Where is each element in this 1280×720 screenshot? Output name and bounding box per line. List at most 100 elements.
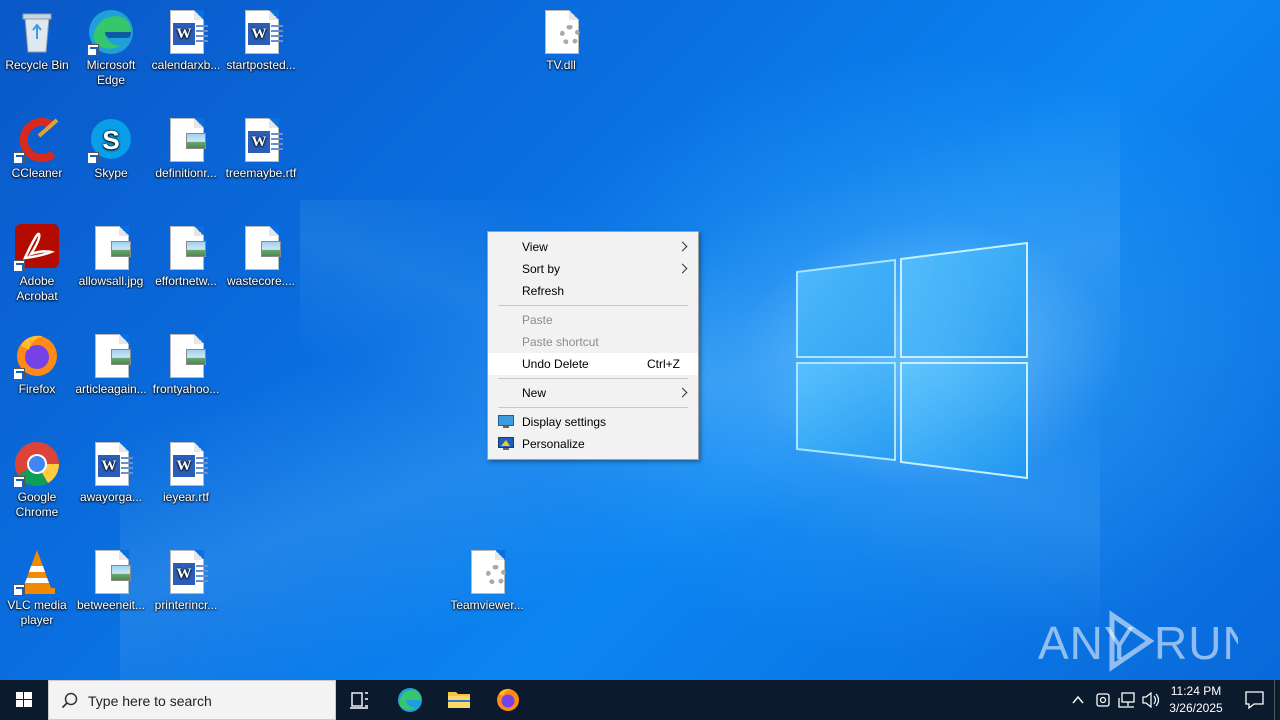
dll-file-gear-icon (463, 548, 511, 596)
image-file-icon (162, 224, 210, 272)
chevron-right-icon (677, 263, 688, 274)
icon-label: betweeneit... (76, 598, 146, 612)
show-desktop-button[interactable] (1274, 680, 1280, 720)
keyboard-shortcut: Ctrl+Z (647, 357, 680, 371)
icon-label: wastecore.... (226, 274, 296, 288)
word-document-icon: W (237, 8, 285, 56)
image-file-icon (162, 116, 210, 164)
menu-separator (498, 378, 688, 379)
folder-icon (448, 692, 470, 708)
desktop-icon-startposted[interactable]: W startposted... (224, 8, 298, 73)
desktop-icon-google-chrome[interactable]: Google Chrome (0, 440, 74, 520)
desktop-icon-awayorga[interactable]: W awayorga... (74, 440, 148, 505)
icon-label: calendarxb... (151, 58, 221, 72)
icon-label: ieyear.rtf (162, 490, 210, 504)
image-file-icon (87, 548, 135, 596)
display-settings-icon (498, 415, 514, 428)
icon-label: definitionr... (155, 166, 217, 180)
network-icon (1118, 692, 1135, 708)
personalize-icon (498, 437, 514, 450)
icon-label: Firefox (18, 382, 56, 396)
image-file-icon (237, 224, 285, 272)
notification-icon (1245, 691, 1264, 710)
menu-separator (498, 407, 688, 408)
anyrun-logo-icon: ANY RUN (1038, 610, 1256, 672)
desktop-icon-definitionr[interactable]: definitionr... (149, 116, 223, 181)
taskbar-firefox-button[interactable] (484, 680, 532, 720)
taskbar-edge-button[interactable] (386, 680, 434, 720)
tray-volume-button[interactable] (1140, 680, 1162, 720)
menu-item-display-settings[interactable]: Display settings (488, 411, 698, 433)
desktop-icon-ccleaner[interactable]: CCleaner (0, 116, 74, 181)
chevron-right-icon (677, 241, 688, 252)
icon-label: Teamviewer... (450, 598, 524, 612)
dll-file-gear-icon (537, 8, 585, 56)
tray-meet-now-button[interactable] (1092, 680, 1114, 720)
desktop-icon-wastecore[interactable]: wastecore.... (224, 224, 298, 289)
desktop-icon-effortnetw[interactable]: effortnetw... (149, 224, 223, 289)
taskbar-search-box[interactable]: Type here to search (48, 680, 336, 720)
desktop-icon-firefox[interactable]: Firefox (0, 332, 74, 397)
menu-item-label: Sort by (522, 262, 561, 276)
desktop-icon-vlc[interactable]: VLC media player (0, 548, 74, 628)
clock-time: 11:24 PM (1170, 684, 1222, 698)
desktop-icon-calendarxb[interactable]: W calendarxb... (149, 8, 223, 73)
clock-date: 3/26/2025 (1169, 701, 1223, 715)
menu-item-label: Refresh (522, 284, 565, 298)
desktop-icon-articleagain[interactable]: articleagain... (74, 332, 148, 397)
desktop-icon-treemaybe-rtf[interactable]: W treemaybe.rtf (224, 116, 298, 181)
adobe-acrobat-icon (13, 224, 61, 272)
taskbar-file-explorer-button[interactable] (435, 680, 483, 720)
desktop-icon-frontyahoo[interactable]: frontyahoo... (149, 332, 223, 397)
word-document-icon: W (237, 116, 285, 164)
desktop-icon-allowsall-jpg[interactable]: allowsall.jpg (74, 224, 148, 289)
menu-item-label: Paste shortcut (522, 335, 599, 349)
desktop-icon-tv-dll[interactable]: TV.dll (524, 8, 598, 73)
desktop-icon-ieyear-rtf[interactable]: W ieyear.rtf (149, 440, 223, 505)
menu-item-personalize[interactable]: Personalize (488, 433, 698, 455)
desktop-icon-betweeneit[interactable]: betweeneit... (74, 548, 148, 613)
shortcut-arrow-icon (87, 152, 99, 164)
icon-label: CCleaner (11, 166, 63, 180)
svg-text:S: S (102, 125, 119, 155)
menu-item-new[interactable]: New (488, 382, 698, 404)
menu-item-view[interactable]: View (488, 236, 698, 258)
desktop-icon-printerincr[interactable]: W printerincr... (149, 548, 223, 613)
watermark-text-right: RUN (1154, 617, 1238, 669)
search-placeholder: Type here to search (88, 693, 212, 709)
desktop-icon-adobe-acrobat[interactable]: Adobe Acrobat (0, 224, 74, 304)
icon-label: VLC media player (7, 598, 67, 627)
skype-icon: S (87, 116, 135, 164)
menu-item-refresh[interactable]: Refresh (488, 280, 698, 302)
menu-item-paste-shortcut[interactable]: Paste shortcut (488, 331, 698, 353)
menu-item-paste[interactable]: Paste (488, 309, 698, 331)
desktop-icon-skype[interactable]: S Skype (74, 116, 148, 181)
action-center-button[interactable] (1234, 680, 1274, 720)
microsoft-edge-icon (87, 8, 135, 56)
menu-item-undo-delete[interactable]: Undo Delete Ctrl+Z (488, 353, 698, 375)
icon-label: printerincr... (154, 598, 218, 612)
icon-label: treemaybe.rtf (225, 166, 297, 180)
menu-item-sort-by[interactable]: Sort by (488, 258, 698, 280)
anyrun-watermark: ANY RUN (1038, 605, 1256, 675)
windows-logo-wallpaper (796, 241, 1028, 480)
vlc-cone-icon (13, 548, 61, 596)
tray-network-button[interactable] (1116, 680, 1138, 720)
desktop-icon-microsoft-edge[interactable]: Microsoft Edge (74, 8, 148, 88)
word-document-icon: W (87, 440, 135, 488)
task-view-button[interactable] (336, 680, 384, 720)
image-file-icon (87, 332, 135, 380)
desktop-icon-recycle-bin[interactable]: Recycle Bin (0, 8, 74, 73)
image-file-icon (162, 332, 210, 380)
shortcut-arrow-icon (13, 584, 25, 596)
taskbar-clock[interactable]: 11:24 PM 3/26/2025 (1160, 683, 1232, 717)
menu-item-label: New (522, 386, 547, 400)
windows-start-icon (16, 692, 32, 707)
show-hidden-icons-button[interactable] (1066, 680, 1090, 720)
menu-item-label: Undo Delete (522, 357, 589, 371)
task-view-icon (350, 692, 368, 709)
desktop-icon-teamviewer[interactable]: Teamviewer... (450, 548, 524, 613)
ccleaner-icon (13, 116, 61, 164)
start-button[interactable] (0, 680, 48, 720)
taskbar: Type here to search 11:24 PM 3/26/2025 (0, 680, 1280, 720)
